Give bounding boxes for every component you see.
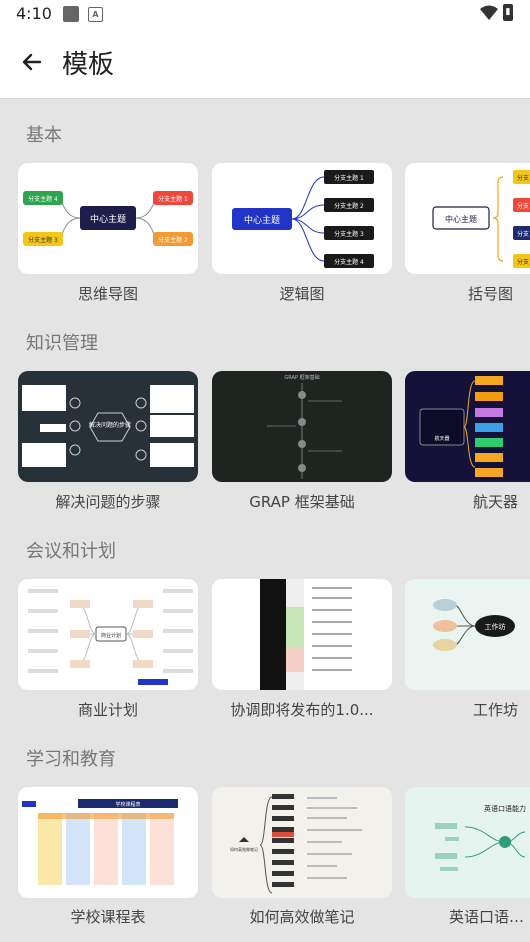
svg-text:中心主题: 中心主题 bbox=[445, 214, 477, 224]
template-card-business-plan[interactable]: 商业计划 bbox=[18, 579, 198, 690]
svg-text:分支主题 2: 分支主题 2 bbox=[334, 202, 364, 210]
template-card-spacecraft[interactable]: 航天器 bbox=[405, 371, 530, 482]
template-card-bracket[interactable]: 中心主题 分支 分支 分支 分支 bbox=[405, 163, 530, 274]
svg-text:分支主题 1: 分支主题 1 bbox=[158, 195, 188, 203]
svg-text:分支: 分支 bbox=[517, 230, 529, 238]
section-title-knowledge: 知识管理 bbox=[26, 333, 98, 354]
workshop-thumbnail: 工作坊 bbox=[433, 599, 515, 651]
template-label-logic: 逻辑图 bbox=[279, 285, 325, 303]
school-schedule-thumbnail: 学校课程表 bbox=[22, 799, 178, 885]
template-card-release[interactable] bbox=[212, 579, 392, 690]
keyboard-icon: A bbox=[88, 7, 103, 22]
svg-text:商业计划: 商业计划 bbox=[101, 632, 121, 639]
svg-text:分支主题 2: 分支主题 2 bbox=[158, 236, 188, 244]
svg-text:分支主题 3: 分支主题 3 bbox=[28, 236, 58, 244]
template-label-english-speaking: 英语口语能力 bbox=[449, 908, 530, 926]
status-bar: 4:10 A ▮ bbox=[0, 0, 530, 28]
bracket-thumbnail: 中心主题 分支 分支 分支 分支 bbox=[432, 170, 530, 268]
page-title: 模板 bbox=[62, 50, 115, 80]
template-card-grap[interactable]: GRAP 框架基础 bbox=[212, 371, 392, 482]
template-label-grap: GRAP 框架基础 bbox=[249, 493, 355, 511]
svg-text:分支主题 3: 分支主题 3 bbox=[334, 230, 364, 238]
logic-thumbnail: 中心主题 分支主题 1 分支主题 2 分支主题 3 分支主题 4 bbox=[232, 170, 374, 268]
spacecraft-thumbnail: 航天器 bbox=[419, 376, 503, 477]
app-bar: 模板 bbox=[0, 28, 530, 99]
problem-steps-thumbnail: 解决问题的步骤 bbox=[22, 385, 194, 467]
mindmap-center: 中心主题 bbox=[90, 213, 126, 225]
svg-text:航天器: 航天器 bbox=[434, 435, 449, 442]
template-label-school-schedule: 学校课程表 bbox=[70, 908, 146, 926]
template-label-release: 协调即将发布的1.0... bbox=[230, 701, 374, 719]
section-title-basic: 基本 bbox=[26, 125, 62, 146]
release-thumbnail bbox=[260, 579, 352, 690]
svg-text:分支主题 1: 分支主题 1 bbox=[334, 174, 364, 182]
note-taking-thumbnail: 如何高效做笔记 bbox=[230, 794, 362, 894]
section-title-education: 学习和教育 bbox=[26, 749, 116, 770]
section-title-meetings: 会议和计划 bbox=[26, 541, 116, 562]
grap-thumbnail: GRAP 框架基础 bbox=[267, 374, 342, 479]
template-card-note-taking[interactable]: 如何高效做笔记 bbox=[212, 787, 392, 898]
svg-text:分支: 分支 bbox=[517, 174, 529, 182]
wifi-icon bbox=[480, 5, 498, 20]
english-speaking-thumbnail: 英语口语能力 bbox=[435, 804, 526, 871]
status-time: 4:10 bbox=[16, 4, 52, 23]
svg-text:学校课程表: 学校课程表 bbox=[115, 801, 140, 808]
svg-text:分支: 分支 bbox=[517, 202, 529, 210]
svg-text:英语口语能力: 英语口语能力 bbox=[484, 804, 526, 813]
arrow-left-icon[interactable] bbox=[18, 48, 46, 76]
svg-text:GRAP 框架基础: GRAP 框架基础 bbox=[284, 374, 319, 381]
template-label-spacecraft: 航天器 bbox=[473, 493, 519, 511]
svg-text:分支主题 4: 分支主题 4 bbox=[28, 195, 58, 203]
template-label-bracket: 括号图 bbox=[468, 285, 514, 303]
template-label-mindmap: 思维导图 bbox=[77, 285, 138, 303]
template-card-problem-steps[interactable]: 解决问题的步骤 bbox=[18, 371, 198, 482]
template-card-english-speaking[interactable]: 英语口语能力 bbox=[405, 787, 530, 898]
business-plan-thumbnail: 商业计划 bbox=[28, 589, 193, 685]
svg-text:解决问题的步骤: 解决问题的步骤 bbox=[89, 421, 131, 429]
template-card-mindmap[interactable]: 中心主题 分支主题 4 分支主题 3 分支主题 1 分支主题 2 bbox=[18, 163, 198, 274]
svg-text:工作坊: 工作坊 bbox=[485, 622, 506, 631]
template-label-business-plan: 商业计划 bbox=[77, 701, 138, 719]
template-card-workshop[interactable]: 工作坊 bbox=[405, 579, 530, 690]
template-label-problem-steps: 解决问题的步骤 bbox=[55, 493, 161, 511]
svg-text:分支主题 4: 分支主题 4 bbox=[334, 258, 364, 266]
notification-icon bbox=[63, 6, 79, 22]
mindmap-thumbnail: 中心主题 分支主题 4 分支主题 3 分支主题 1 分支主题 2 bbox=[23, 191, 193, 246]
template-label-note-taking: 如何高效做笔记 bbox=[249, 908, 355, 926]
svg-text:中心主题: 中心主题 bbox=[244, 214, 280, 226]
svg-text:如何高效做笔记: 如何高效做笔记 bbox=[230, 846, 258, 852]
template-card-logic[interactable]: 中心主题 分支主题 1 分支主题 2 分支主题 3 分支主题 4 bbox=[212, 163, 392, 274]
template-card-school-schedule[interactable]: 学校课程表 bbox=[18, 787, 198, 898]
svg-text:分支: 分支 bbox=[517, 258, 529, 266]
template-label-workshop: 工作坊 bbox=[473, 701, 519, 719]
battery-icon: ▮ bbox=[503, 4, 513, 21]
